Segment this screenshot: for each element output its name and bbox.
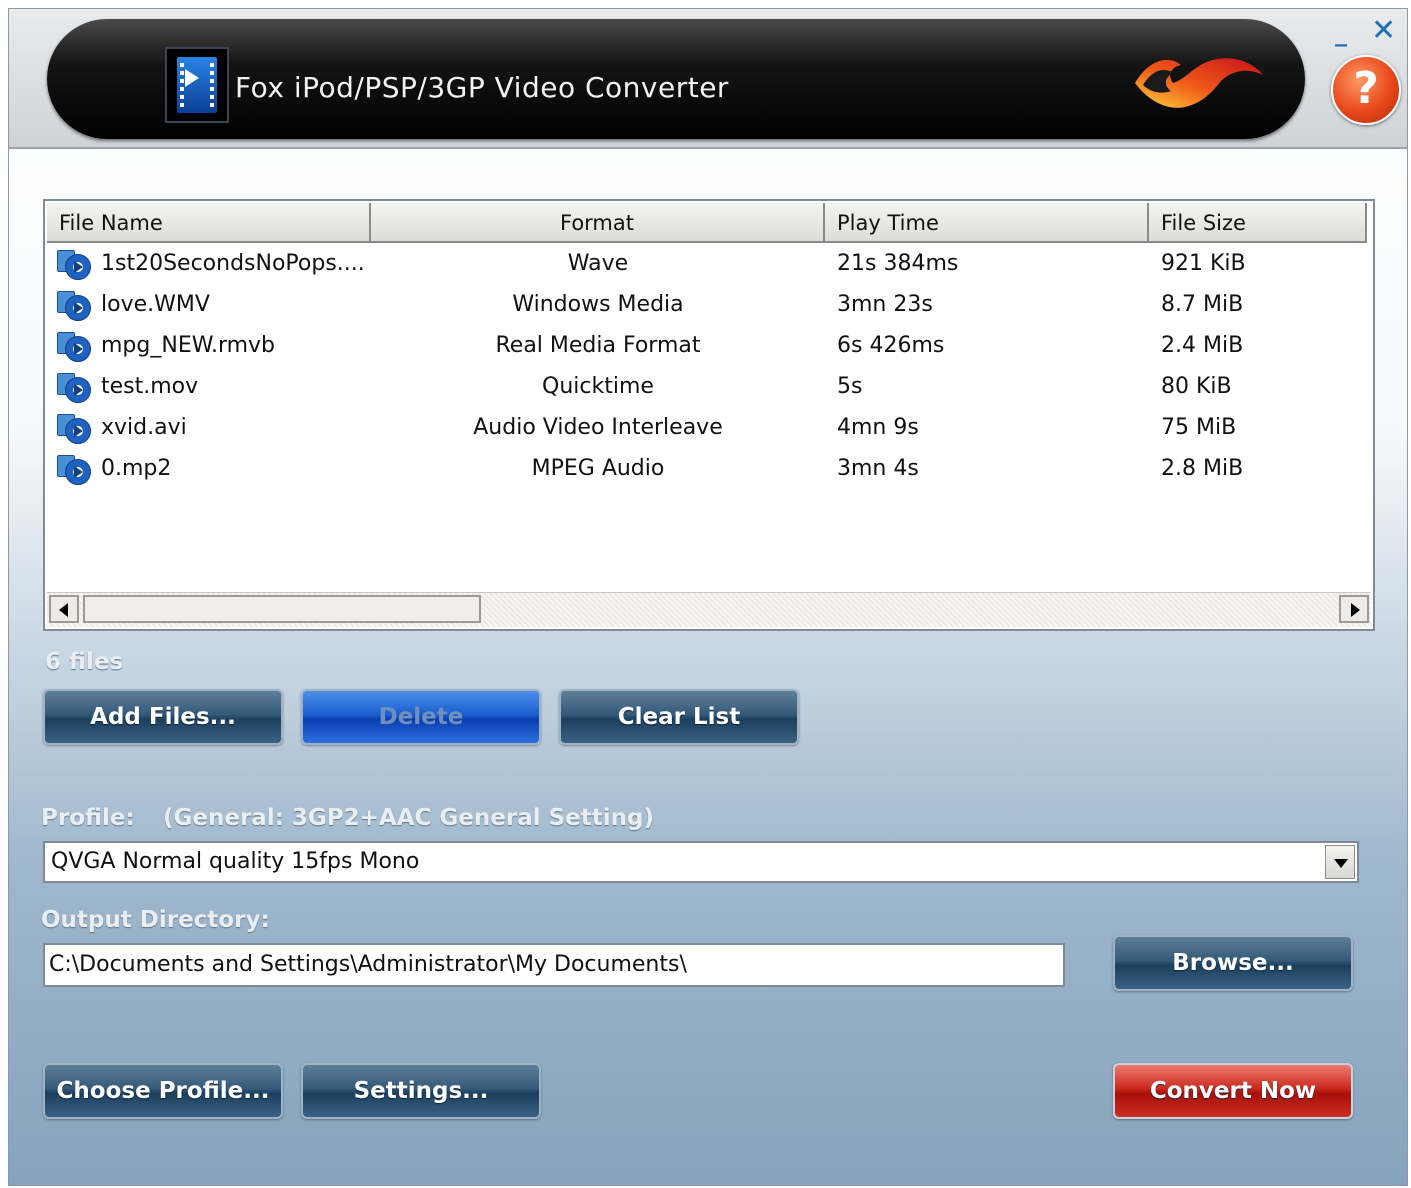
media-file-icon (57, 248, 91, 280)
table-row[interactable]: xvid.avi Audio Video Interleave 4mn 9s 75 M… (47, 407, 1367, 448)
cell-format: Quicktime (542, 374, 654, 399)
media-file-icon (57, 330, 91, 362)
cell-file-size: 921 KiB (1161, 251, 1246, 276)
profile-label: Profile: (41, 805, 135, 831)
column-file-size[interactable]: File Size (1149, 203, 1367, 241)
column-format[interactable]: Format (371, 203, 825, 241)
media-file-icon (57, 289, 91, 321)
table-row[interactable]: 0.mp2 MPEG Audio 3mn 4s 2.8 MiB (47, 448, 1367, 489)
minimize-button[interactable]: _ (1335, 19, 1357, 47)
choose-profile-button[interactable]: Choose Profile... (43, 1063, 283, 1119)
settings-button[interactable]: Settings... (301, 1063, 541, 1119)
scroll-thumb[interactable] (83, 595, 481, 623)
film-icon (165, 47, 229, 123)
cell-play-time: 5s (837, 374, 863, 399)
table-row[interactable]: 1st20SecondsNoPops.... Wave 21s 384ms 921 K… (47, 243, 1367, 284)
cell-play-time: 3mn 23s (837, 292, 933, 317)
profile-select[interactable]: QVGA Normal quality 15fps Mono (43, 841, 1359, 883)
horizontal-scrollbar[interactable] (47, 592, 1371, 627)
media-file-icon (57, 453, 91, 485)
app-window: Fox iPod/PSP/3GP Video Converter _ ✕ ? F… (8, 8, 1408, 1186)
media-file-icon (57, 371, 91, 403)
delete-button-label: Delete (378, 704, 464, 730)
table-row[interactable]: love.WMV Windows Media 3mn 23s 8.7 MiB (47, 284, 1367, 325)
app-title: Fox iPod/PSP/3GP Video Converter (235, 71, 729, 104)
cell-play-time: 4mn 9s (837, 415, 919, 440)
convert-now-button[interactable]: Convert Now (1113, 1063, 1353, 1119)
scroll-right-button[interactable] (1339, 595, 1369, 623)
cell-play-time: 21s 384ms (837, 251, 959, 276)
cell-file-name: 1st20SecondsNoPops.... (101, 251, 365, 276)
arrow-right-icon (1351, 603, 1360, 617)
cell-format: Audio Video Interleave (473, 415, 723, 440)
cell-file-size: 80 KiB (1161, 374, 1232, 399)
cell-format: Real Media Format (495, 333, 701, 358)
cell-format: Windows Media (512, 292, 684, 317)
profile-category: (General: 3GP2+AAC General Setting) (163, 805, 655, 831)
profile-dropdown-button[interactable] (1325, 845, 1355, 879)
column-file-name[interactable]: File Name (47, 203, 371, 241)
cell-file-size: 75 MiB (1161, 415, 1237, 440)
table-row[interactable]: mpg_NEW.rmvb Real Media Format 6s 426ms 2.4… (47, 325, 1367, 366)
cell-play-time: 3mn 4s (837, 456, 919, 481)
media-file-icon (57, 412, 91, 444)
add-files-button[interactable]: Add Files... (43, 689, 283, 745)
fox-flame-logo (1135, 58, 1263, 108)
title-bar[interactable]: Fox iPod/PSP/3GP Video Converter (47, 19, 1305, 139)
cell-file-size: 2.8 MiB (1161, 456, 1244, 481)
browse-button[interactable]: Browse... (1113, 935, 1353, 991)
file-count: 6 files (45, 649, 124, 675)
chevron-down-icon (1334, 859, 1348, 868)
profile-selected-value: QVGA Normal quality 15fps Mono (51, 849, 420, 874)
cell-file-name: 0.mp2 (101, 456, 172, 481)
cell-file-name: test.mov (101, 374, 199, 399)
table-row[interactable]: test.mov Quicktime 5s 80 KiB (47, 366, 1367, 407)
column-play-time[interactable]: Play Time (825, 203, 1149, 241)
cell-play-time: 6s 426ms (837, 333, 945, 358)
cell-file-name: mpg_NEW.rmvb (101, 333, 276, 358)
file-list[interactable]: File Name Format Play Time File Size 1st… (43, 199, 1375, 631)
cell-file-size: 2.4 MiB (1161, 333, 1244, 358)
cell-format: MPEG Audio (531, 456, 665, 481)
close-button[interactable]: ✕ (1371, 13, 1401, 48)
arrow-left-icon (59, 603, 68, 617)
cell-file-size: 8.7 MiB (1161, 292, 1244, 317)
cell-file-name: love.WMV (101, 292, 210, 317)
cell-file-name: xvid.avi (101, 415, 187, 440)
file-list-header: File Name Format Play Time File Size (47, 203, 1367, 243)
output-directory-label: Output Directory: (41, 907, 270, 933)
help-button[interactable]: ? (1331, 55, 1401, 125)
clear-list-button[interactable]: Clear List (559, 689, 799, 745)
output-directory-field[interactable]: C:\Documents and Settings\Administrator\… (43, 943, 1065, 987)
cell-format: Wave (567, 251, 629, 276)
scroll-left-button[interactable] (49, 595, 79, 623)
delete-button[interactable]: Delete (301, 689, 541, 745)
